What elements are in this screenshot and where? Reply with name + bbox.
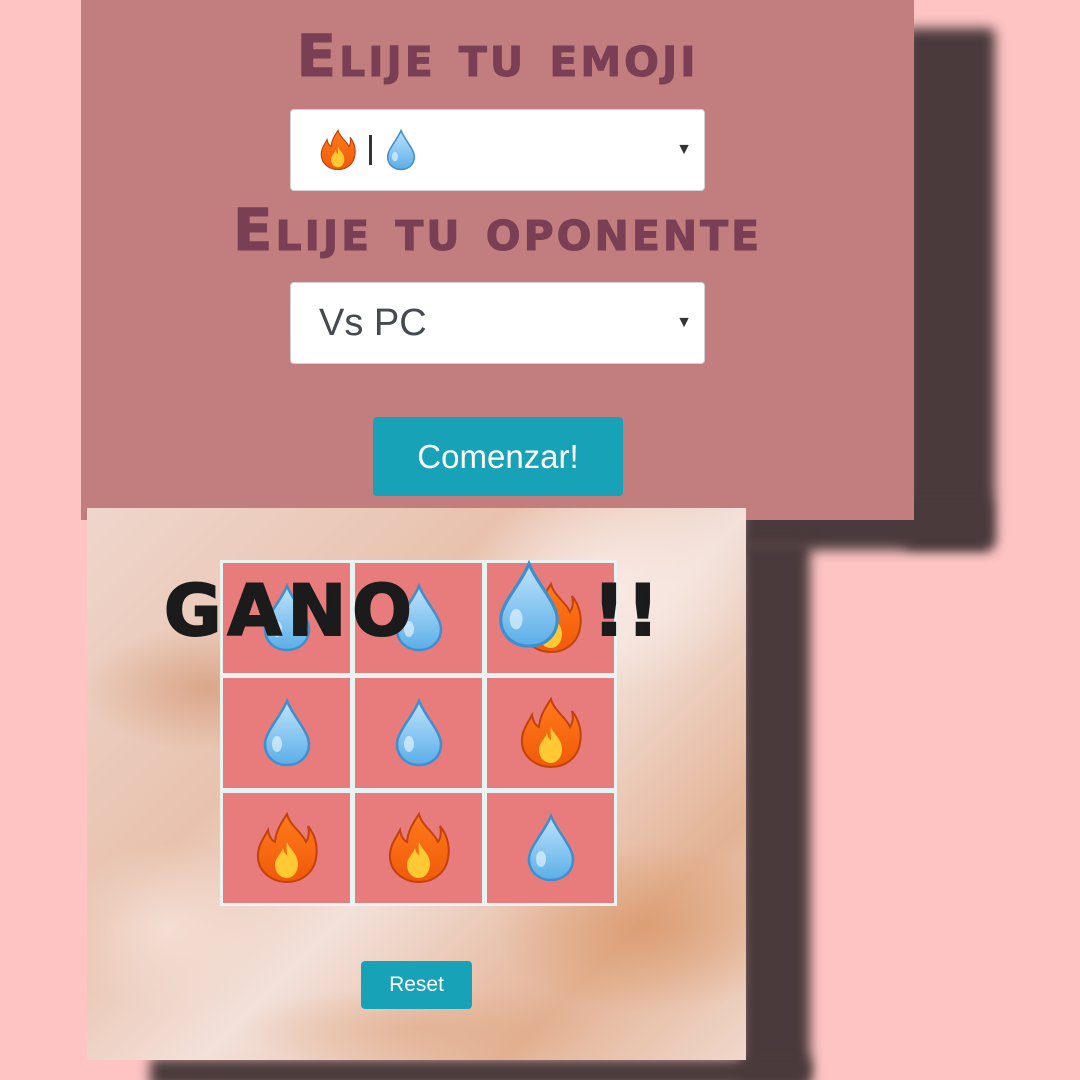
reset-button[interactable]: Reset bbox=[361, 961, 472, 1009]
winner-suffix: !! bbox=[592, 569, 661, 653]
winner-text: GANO bbox=[163, 569, 418, 653]
fire-icon bbox=[518, 697, 584, 769]
board-cell[interactable] bbox=[223, 793, 350, 903]
droplet-icon bbox=[384, 128, 418, 172]
droplet-icon bbox=[491, 560, 567, 650]
emoji-select[interactable]: ▼ bbox=[290, 109, 705, 191]
settings-panel: Elije tu emoji ▼ Elije tu oponente Vs PC… bbox=[81, 0, 914, 520]
panel-shadow bbox=[905, 28, 995, 548]
opponent-select[interactable]: Vs PC ▼ bbox=[290, 282, 705, 364]
fire-icon bbox=[254, 812, 320, 884]
chevron-down-icon: ▼ bbox=[676, 141, 692, 158]
emoji-select-value bbox=[319, 128, 418, 172]
droplet-icon bbox=[523, 813, 579, 883]
fire-icon bbox=[319, 129, 357, 171]
start-button[interactable]: Comenzar! bbox=[373, 417, 623, 496]
fire-icon bbox=[386, 812, 452, 884]
emoji-heading: Elije tu emoji bbox=[296, 22, 699, 91]
emoji-separator bbox=[369, 135, 372, 165]
board-shadow-floor bbox=[150, 1058, 810, 1080]
screen: Elije tu emoji ▼ Elije tu oponente Vs PC… bbox=[0, 0, 1080, 1080]
droplet-icon bbox=[259, 698, 315, 768]
droplet-icon bbox=[391, 698, 447, 768]
board-cell[interactable] bbox=[355, 678, 482, 788]
opponent-heading: Elije tu oponente bbox=[232, 196, 763, 265]
opponent-select-value: Vs PC bbox=[319, 301, 427, 344]
chevron-down-icon: ▼ bbox=[676, 314, 692, 331]
game-board-area: GANO !! Reset bbox=[87, 508, 746, 1060]
board-cell[interactable] bbox=[355, 793, 482, 903]
board-cell[interactable] bbox=[487, 678, 614, 788]
board-shadow bbox=[740, 540, 810, 1080]
board-cell[interactable] bbox=[487, 793, 614, 903]
board-cell[interactable] bbox=[223, 678, 350, 788]
